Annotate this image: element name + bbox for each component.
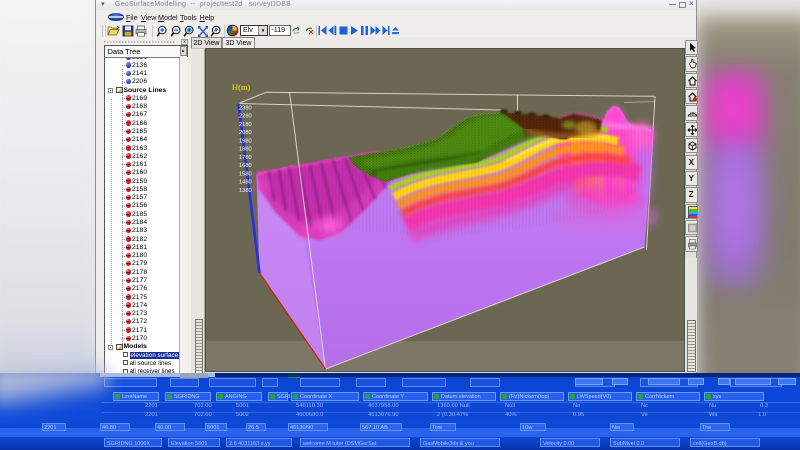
svg-text:1480: 1480 xyxy=(239,180,252,186)
svg-text:1580: 1580 xyxy=(239,171,252,177)
svg-text:1780: 1780 xyxy=(239,155,252,161)
svg-text:1980: 1980 xyxy=(239,138,252,144)
svg-text:1880: 1880 xyxy=(239,147,252,153)
svg-text:2080: 2080 xyxy=(239,130,252,136)
svg-text:1380: 1380 xyxy=(239,188,252,194)
svg-text:2180: 2180 xyxy=(239,122,252,128)
svg-text:2380: 2380 xyxy=(239,106,252,112)
svg-text:2280: 2280 xyxy=(239,114,252,120)
svg-text:1680: 1680 xyxy=(239,163,252,169)
svg-text:H(m): H(m) xyxy=(232,83,251,92)
